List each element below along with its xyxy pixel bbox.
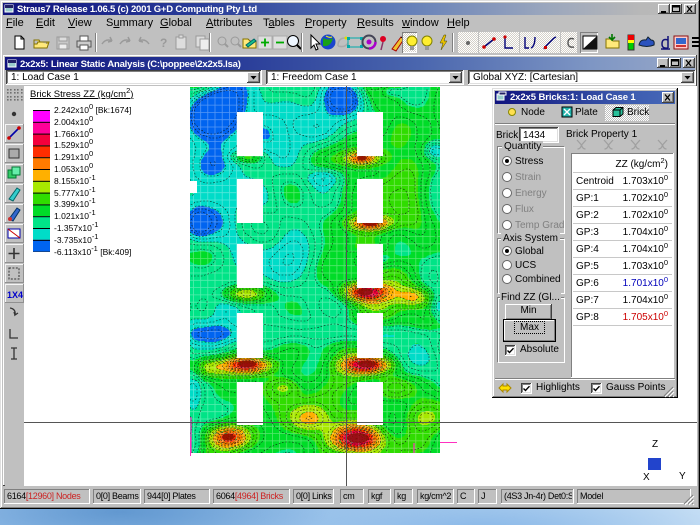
svg-text:X: X	[643, 472, 650, 483]
svg-text:1X4: 1X4	[7, 290, 23, 300]
svg-text:Y: Y	[679, 471, 686, 482]
svg-text:?: ?	[160, 36, 167, 50]
svg-text:Z: Z	[652, 439, 658, 450]
